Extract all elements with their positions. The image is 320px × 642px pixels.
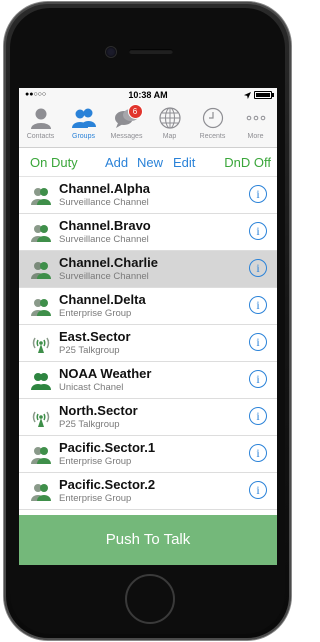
tab-bar: Contacts Groups 6 Messages Map Recents M… xyxy=(19,102,277,148)
info-icon[interactable]: i xyxy=(249,407,267,425)
info-icon[interactable]: i xyxy=(249,370,267,388)
channel-type: Surveillance Channel xyxy=(59,234,149,245)
channel-list: Channel.Alpha Surveillance Channel i Cha… xyxy=(19,177,277,510)
channel-type: P25 Talkgroup xyxy=(59,419,120,430)
person-group-icon xyxy=(31,262,51,279)
info-icon[interactable]: i xyxy=(249,259,267,277)
info-icon[interactable]: i xyxy=(249,444,267,462)
edit-button[interactable]: Edit xyxy=(173,155,195,170)
channel-row-east-sector[interactable]: East.Sector P25 Talkgroup i xyxy=(19,325,277,362)
clock-icon xyxy=(200,107,226,129)
info-icon[interactable]: i xyxy=(249,481,267,499)
radio-antenna-icon xyxy=(32,411,50,427)
channel-row-north-sector[interactable]: North.Sector P25 Talkgroup i xyxy=(19,399,277,436)
info-icon[interactable]: i xyxy=(249,222,267,240)
earpiece-speaker xyxy=(129,49,173,54)
tab-label: Contacts xyxy=(26,133,55,140)
messages-badge: 6 xyxy=(127,104,143,119)
tab-label: Map xyxy=(162,133,177,140)
tab-label: Groups xyxy=(72,133,95,140)
home-button[interactable] xyxy=(125,574,175,624)
tab-label: More xyxy=(247,133,264,140)
channel-type: Enterprise Group xyxy=(59,308,132,319)
person-group-icon xyxy=(31,188,51,205)
info-icon[interactable]: i xyxy=(249,333,267,351)
status-indicators xyxy=(244,91,274,99)
channel-row-alpha[interactable]: Channel.Alpha Surveillance Channel i xyxy=(19,177,277,214)
radio-antenna-icon xyxy=(32,337,50,353)
channel-name: East.Sector xyxy=(59,329,131,344)
channel-row-bravo[interactable]: Channel.Bravo Surveillance Channel i xyxy=(19,214,277,251)
channel-row-pacific-sector-1[interactable]: Pacific.Sector.1 Enterprise Group i xyxy=(19,436,277,473)
channel-name: Pacific.Sector.1 xyxy=(59,440,156,455)
channel-row-delta[interactable]: Channel.Delta Enterprise Group i xyxy=(19,288,277,325)
status-bar: ●●○○○ 10:38 AM xyxy=(19,88,277,102)
front-camera xyxy=(106,47,116,57)
app-screen: ●●○○○ 10:38 AM Contacts Groups 6 Message… xyxy=(19,88,277,565)
person-group-icon xyxy=(31,299,51,316)
channel-type: Surveillance Channel xyxy=(59,271,149,282)
channel-name: NOAA Weather xyxy=(59,366,152,381)
person-group-icon xyxy=(31,373,51,390)
new-button[interactable]: New xyxy=(137,155,163,170)
person-group-icon xyxy=(31,447,51,464)
tab-recents[interactable]: Recents xyxy=(191,102,234,147)
location-arrow-icon xyxy=(244,91,251,99)
globe-icon xyxy=(157,107,183,129)
person-group-icon xyxy=(31,225,51,242)
channel-row-noaa-weather[interactable]: NOAA Weather Unicast Chanel i xyxy=(19,362,277,399)
status-time: 10:38 AM xyxy=(128,90,168,100)
more-dots-icon xyxy=(243,107,269,129)
tab-more[interactable]: More xyxy=(234,102,277,147)
tab-messages[interactable]: 6 Messages xyxy=(105,102,148,147)
dnd-toggle-button[interactable]: DnD Off xyxy=(224,155,271,170)
channel-name: Channel.Delta xyxy=(59,292,146,307)
tab-map[interactable]: Map xyxy=(148,102,191,147)
tab-contacts[interactable]: Contacts xyxy=(19,102,62,147)
chat-bubbles-icon: 6 xyxy=(114,104,143,129)
channel-type: P25 Talkgroup xyxy=(59,345,120,356)
channel-type: Surveillance Channel xyxy=(59,197,149,208)
on-duty-button[interactable]: On Duty xyxy=(30,155,78,170)
group-icon xyxy=(71,107,97,129)
channel-type: Unicast Chanel xyxy=(59,382,124,393)
action-row: On Duty Add New Edit DnD Off xyxy=(19,148,277,177)
tab-label: Recents xyxy=(199,133,226,140)
channel-name: Channel.Bravo xyxy=(59,218,151,233)
tab-groups[interactable]: Groups xyxy=(62,102,105,147)
info-icon[interactable]: i xyxy=(249,296,267,314)
push-to-talk-button[interactable]: Push To Talk xyxy=(19,515,277,565)
channel-name: North.Sector xyxy=(59,403,138,418)
channel-row-pacific-sector-2[interactable]: Pacific.Sector.2 Enterprise Group i xyxy=(19,473,277,510)
add-button[interactable]: Add xyxy=(105,155,128,170)
channel-type: Enterprise Group xyxy=(59,456,132,467)
channel-type: Enterprise Group xyxy=(59,493,132,504)
channel-row-charlie[interactable]: Channel.Charlie Surveillance Channel i xyxy=(19,251,277,288)
info-icon[interactable]: i xyxy=(249,185,267,203)
channel-name: Channel.Alpha xyxy=(59,181,151,196)
person-icon xyxy=(28,107,54,129)
channel-name: Channel.Charlie xyxy=(59,255,158,270)
person-group-icon xyxy=(31,484,51,501)
battery-icon xyxy=(254,91,274,99)
channel-name: Pacific.Sector.2 xyxy=(59,477,156,492)
tab-label: Messages xyxy=(110,133,143,140)
